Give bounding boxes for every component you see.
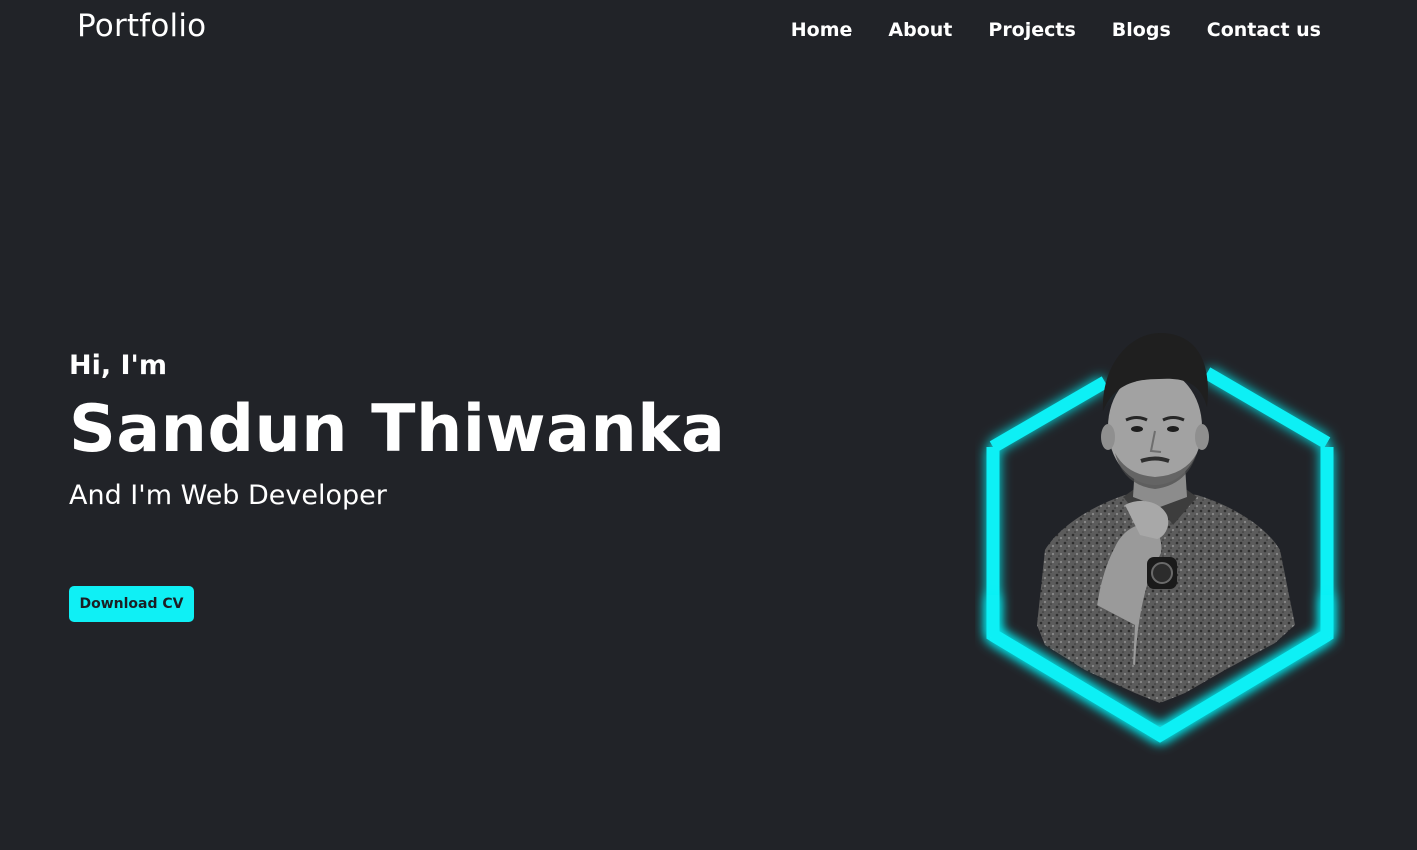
hero-intro: Hi, I'm Sandun Thiwanka And I'm Web Deve… — [69, 346, 725, 516]
profile-portrait — [975, 325, 1345, 765]
profile-photo-icon — [1037, 333, 1295, 703]
download-cv-button[interactable]: Download CV — [69, 586, 194, 622]
hero-greeting: Hi, I'm — [69, 350, 167, 381]
nav-link-projects[interactable]: Projects — [988, 19, 1075, 41]
nav-link-contact[interactable]: Contact us — [1207, 19, 1321, 41]
hero-role: And I'm Web Developer — [69, 480, 387, 511]
hero-name: Sandun Thiwanka — [69, 392, 726, 467]
portfolio-page: Portfolio Home About Projects Blogs Cont… — [0, 0, 1417, 850]
navbar: Portfolio Home About Projects Blogs Cont… — [0, 0, 1417, 62]
nav-link-home[interactable]: Home — [791, 19, 853, 41]
nav-link-about[interactable]: About — [888, 19, 952, 41]
portrait-svg — [986, 333, 1334, 743]
nav-menu: Home About Projects Blogs Contact us — [791, 19, 1321, 41]
brand-logo[interactable]: Portfolio — [77, 8, 206, 44]
nav-link-blogs[interactable]: Blogs — [1112, 19, 1171, 41]
